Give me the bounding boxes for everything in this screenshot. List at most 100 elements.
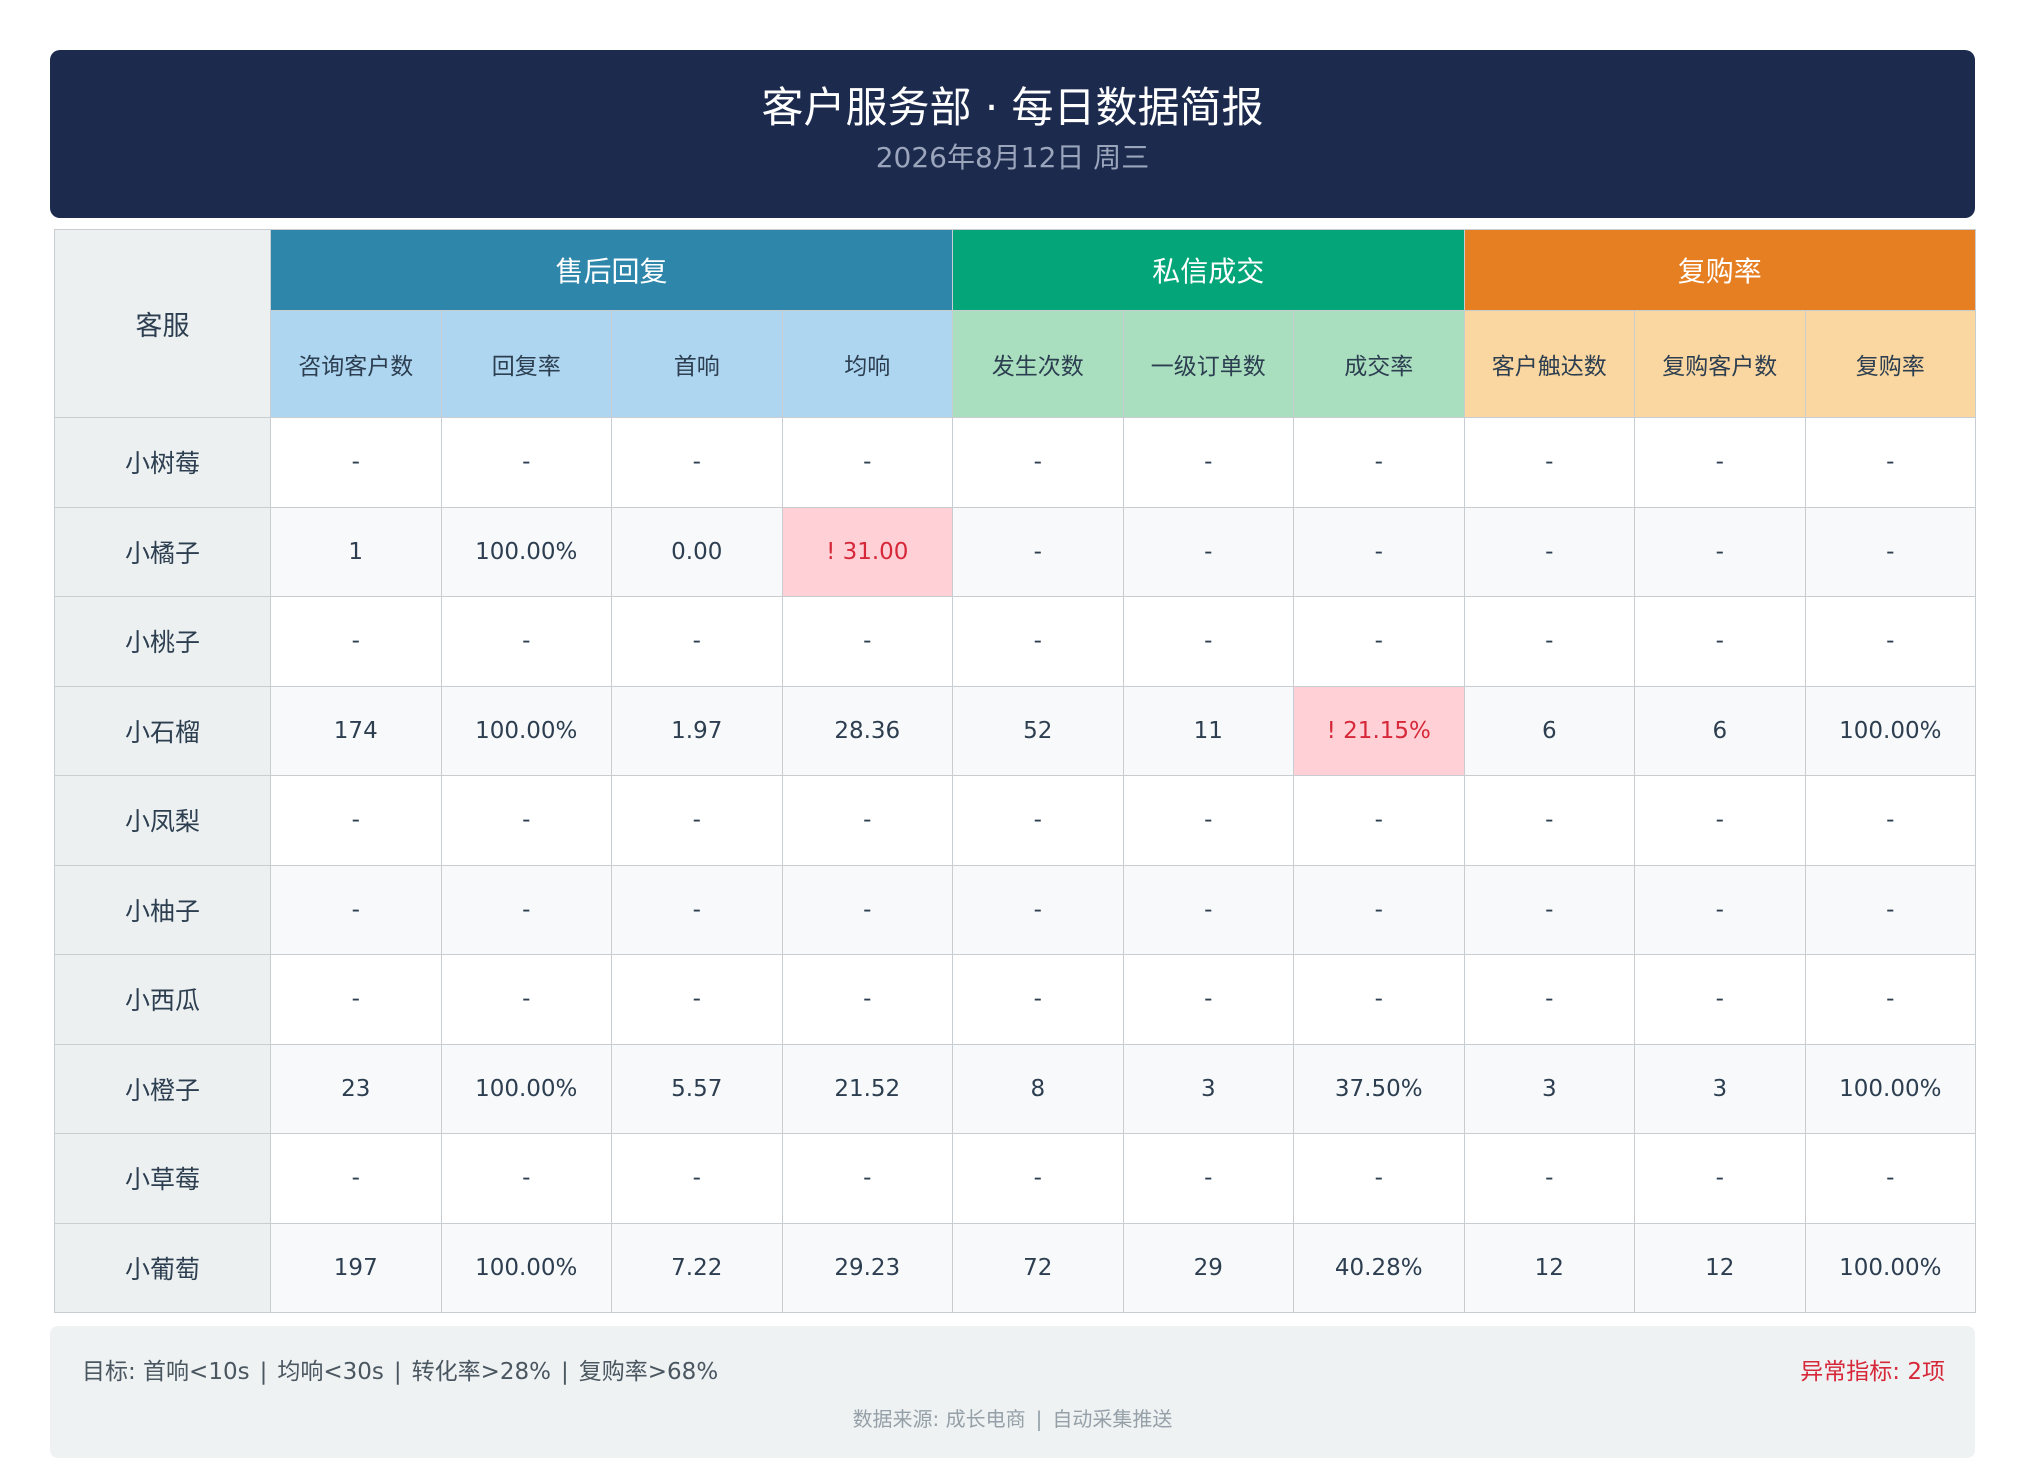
table-cell: 3 xyxy=(1463,1043,1636,1134)
table-cell: 0.00 xyxy=(611,506,783,597)
table-cell: - xyxy=(270,1133,442,1224)
table-cell: 6 xyxy=(1463,685,1636,776)
table-cell: - xyxy=(1634,1133,1806,1224)
table-cell: - xyxy=(611,417,783,508)
agent-name: 小石榴 xyxy=(54,685,271,776)
report-header: 客户服务部 · 每日数据简报 2026年8月12日 周三 xyxy=(50,50,1975,218)
alert-cell: ! 21.15% xyxy=(1293,685,1465,776)
table-cell: 12 xyxy=(1634,1222,1806,1313)
table-cell: - xyxy=(1463,506,1636,597)
table-cell: - xyxy=(440,775,612,866)
target-item: 复购率>68% xyxy=(578,1359,719,1385)
table-cell: - xyxy=(781,596,954,687)
target-item: 转化率>28% xyxy=(411,1359,552,1385)
table-cell: - xyxy=(611,596,783,687)
table-cell: - xyxy=(781,954,954,1045)
table-cell: - xyxy=(440,417,612,508)
table-cell: 12 xyxy=(1463,1222,1636,1313)
agent-name: 小橙子 xyxy=(54,1043,271,1134)
table-cell: 197 xyxy=(270,1222,442,1313)
table-cell: - xyxy=(952,954,1124,1045)
separator: | xyxy=(393,1359,402,1385)
table-cell: 72 xyxy=(952,1222,1124,1313)
table-cell: 100.00% xyxy=(1804,685,1977,776)
table-cell: - xyxy=(952,596,1124,687)
table-cell: - xyxy=(440,596,612,687)
table-cell: - xyxy=(1804,954,1977,1045)
table-row: 小草莓 - - - - - - - - - - xyxy=(54,1133,1977,1224)
table-cell: - xyxy=(1804,1133,1977,1224)
target-item: 均响<30s xyxy=(277,1359,384,1385)
table-cell: - xyxy=(1634,954,1806,1045)
table-row: 小橘子 1 100.00% 0.00 ! 31.00 - - - - - - xyxy=(54,506,1977,597)
table-cell: - xyxy=(1122,506,1295,597)
table-cell: 100.00% xyxy=(1804,1222,1977,1313)
table-cell: - xyxy=(781,864,954,955)
table-row: 小石榴 174 100.00% 1.97 28.36 52 11 ! 21.15… xyxy=(54,685,1977,776)
table-cell: - xyxy=(1463,864,1636,955)
table-cell: - xyxy=(1634,596,1806,687)
table-cell: - xyxy=(1293,1133,1465,1224)
page-title: 客户服务部 · 每日数据简报 xyxy=(761,83,1264,132)
table-cell: 100.00% xyxy=(440,506,612,597)
table-cell: - xyxy=(1122,417,1295,508)
source-item: 自动采集推送 xyxy=(1052,1407,1173,1431)
column-header: 复购率 xyxy=(1804,310,1977,418)
table-cell: 6 xyxy=(1634,685,1806,776)
agent-name: 小凤梨 xyxy=(54,775,271,866)
table-cell: - xyxy=(1804,864,1977,955)
table-cell: - xyxy=(781,1133,954,1224)
alert-cell: ! 31.00 xyxy=(781,506,954,597)
column-header: 一级订单数 xyxy=(1122,310,1295,418)
separator: | xyxy=(1035,1407,1043,1431)
table-cell: - xyxy=(611,954,783,1045)
table-cell: 52 xyxy=(952,685,1124,776)
table-cell: 11 xyxy=(1122,685,1295,776)
table-cell: 3 xyxy=(1634,1043,1806,1134)
table-row: 小桃子 - - - - - - - - - - xyxy=(54,596,1977,687)
table-cell: 100.00% xyxy=(440,685,612,776)
table-cell: 1 xyxy=(270,506,442,597)
table-cell: - xyxy=(952,417,1124,508)
source-item: 数据来源: 成长电商 xyxy=(852,1407,1026,1431)
table-row: 小葡萄 197 100.00% 7.22 29.23 72 29 40.28% … xyxy=(54,1222,1977,1313)
table-cell: 3 xyxy=(1122,1043,1295,1134)
data-source: 数据来源: 成长电商 | 自动采集推送 xyxy=(50,1404,1975,1434)
table-cell: 174 xyxy=(270,685,442,776)
agent-name: 小草莓 xyxy=(54,1133,271,1224)
target-item: 目标: 首响<10s xyxy=(82,1359,250,1385)
table-cell: - xyxy=(611,864,783,955)
table-cell: 7.22 xyxy=(611,1222,783,1313)
table-cell: - xyxy=(270,596,442,687)
agent-name: 小葡萄 xyxy=(54,1222,271,1313)
table-row: 小凤梨 - - - - - - - - - - xyxy=(54,775,1977,866)
report-footer: 目标: 首响<10s | 均响<30s | 转化率>28% | 复购率>68% 异常指标: … xyxy=(50,1326,1975,1458)
table-cell: 29 xyxy=(1122,1222,1295,1313)
table-cell: 100.00% xyxy=(1804,1043,1977,1134)
table-cell: - xyxy=(1804,506,1977,597)
table-cell: - xyxy=(1293,864,1465,955)
targets-line: 目标: 首响<10s | 均响<30s | 转化率>28% | 复购率>68% xyxy=(82,1354,718,1390)
table-cell: - xyxy=(270,417,442,508)
table-cell: - xyxy=(1634,775,1806,866)
table-cell: - xyxy=(1634,864,1806,955)
group-header-private-deals: 私信成交 xyxy=(952,229,1465,311)
column-header: 回复率 xyxy=(440,310,612,418)
table-cell: 1.97 xyxy=(611,685,783,776)
table-cell: - xyxy=(1293,954,1465,1045)
table-cell: 40.28% xyxy=(1293,1222,1465,1313)
table-row: 小柚子 - - - - - - - - - - xyxy=(54,864,1977,955)
table-row: 小西瓜 - - - - - - - - - - xyxy=(54,954,1977,1045)
table-cell: 23 xyxy=(270,1043,442,1134)
table-cell: - xyxy=(1463,954,1636,1045)
table-cell: 37.50% xyxy=(1293,1043,1465,1134)
table-cell: - xyxy=(1804,775,1977,866)
table-cell: - xyxy=(611,775,783,866)
table-cell: 8 xyxy=(952,1043,1124,1134)
table-cell: - xyxy=(440,864,612,955)
column-header: 发生次数 xyxy=(952,310,1124,418)
table-cell: - xyxy=(781,775,954,866)
table-cell: - xyxy=(440,954,612,1045)
table-cell: - xyxy=(1122,954,1295,1045)
separator: | xyxy=(561,1359,569,1385)
